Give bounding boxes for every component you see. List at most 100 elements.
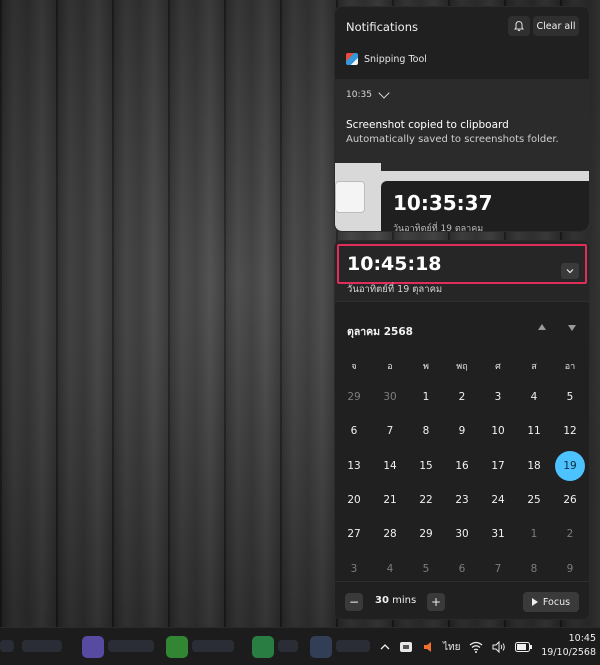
focus-button[interactable]: Focus (523, 592, 579, 612)
calendar-day[interactable]: 17 (480, 449, 516, 483)
taskbar-app-blurred[interactable] (278, 640, 298, 652)
calendar-day[interactable]: 27 (336, 517, 372, 551)
calendar-day-today[interactable]: 19 (552, 449, 588, 483)
calendar-day[interactable]: 24 (480, 483, 516, 517)
calendar-week-row: 6 7 8 9 10 11 12 (336, 414, 588, 448)
notifications-header: Notifications (346, 20, 418, 34)
calendar-day-number: 4 (530, 391, 538, 404)
calendar-day[interactable]: 1 (516, 517, 552, 551)
app-tray-icon[interactable] (399, 640, 413, 654)
calendar-day[interactable]: 23 (444, 483, 480, 517)
focus-minutes-value: 30 (375, 595, 389, 606)
calendar-day-number: 28 (383, 528, 397, 541)
do-not-disturb-button[interactable] (508, 16, 530, 36)
taskbar-clock[interactable]: 10:45 19/10/2568 (530, 632, 596, 660)
calendar-day[interactable]: 18 (516, 449, 552, 483)
calendar-day[interactable]: 25 (516, 483, 552, 517)
calendar-day-number: 24 (491, 494, 505, 507)
taskbar-app-blurred[interactable] (108, 640, 154, 652)
calendar-day-number: 5 (422, 562, 430, 575)
taskbar-app-icon[interactable] (252, 636, 274, 658)
calendar-day[interactable]: 14 (372, 449, 408, 483)
notification-card[interactable]: 10:35 Screenshot copied to clipboard Aut… (335, 79, 589, 163)
calendar-day[interactable]: 15 (408, 449, 444, 483)
calendar-day[interactable]: 22 (408, 483, 444, 517)
collapse-calendar-button[interactable] (561, 263, 579, 279)
calendar-day-number: 29 (419, 528, 433, 541)
decrease-minutes-button[interactable]: − (345, 593, 363, 611)
thumbnail-date: วันอาทิตย์ที่ 19 ตุลาคม (393, 224, 484, 232)
calendar-week-row: 20 21 22 23 24 25 26 (336, 483, 588, 517)
calendar-day[interactable]: 7 (372, 414, 408, 448)
snipping-tool-icon (346, 53, 358, 65)
clock-header: 10:45:18 วันอาทิตย์ที่ 19 ตุลาคม (335, 241, 589, 301)
calendar-day[interactable]: 12 (552, 414, 588, 448)
notification-center: Notifications Clear all Snipping Tool 10… (334, 6, 590, 232)
weekday-label: อ (387, 362, 393, 372)
taskbar-app-blurred[interactable] (22, 640, 62, 652)
calendar-day[interactable]: 16 (444, 449, 480, 483)
calendar-day-number: 19 (555, 450, 585, 481)
calendar-day[interactable]: 11 (516, 414, 552, 448)
calendar-day[interactable]: 31 (480, 517, 516, 551)
calendar-day-number: 25 (527, 494, 541, 507)
taskbar-app-icon[interactable] (310, 636, 332, 658)
calendar-day[interactable]: 20 (336, 483, 372, 517)
taskbar-app-blurred[interactable] (192, 640, 234, 652)
notification-app-group: Snipping Tool (346, 53, 427, 65)
calendar-day-number: 13 (347, 459, 361, 472)
calendar-day[interactable]: 21 (372, 483, 408, 517)
calendar-grid: จอพพฤศสอา 29 30 1 2 3 4 5 6 7 8 9 10 11 12 13 14 15 16 17 1… (336, 354, 588, 586)
chevron-down-icon[interactable] (378, 87, 390, 99)
calendar-day[interactable]: 8 (408, 414, 444, 448)
calendar-day-number: 26 (563, 494, 577, 507)
calendar-day-number: 21 (383, 494, 397, 507)
thumbnail-window (335, 181, 365, 213)
calendar-day[interactable]: 6 (336, 414, 372, 448)
thumbnail-clock: 10:35:37 (393, 191, 493, 215)
volume-alert-icon[interactable] (422, 640, 434, 654)
taskbar-app-icon[interactable] (82, 636, 104, 658)
calendar-flyout: 10:45:18 วันอาทิตย์ที่ 19 ตุลาคม ตุลาคม … (334, 240, 590, 620)
calendar-day[interactable]: 2 (444, 380, 480, 414)
taskbar-app-icon[interactable] (166, 636, 188, 658)
previous-month-icon[interactable] (538, 324, 546, 330)
calendar-day-number: 18 (527, 459, 541, 472)
month-label[interactable]: ตุลาคม 2568 (347, 323, 413, 340)
divider (335, 301, 589, 302)
wifi-icon[interactable] (469, 641, 483, 653)
calendar-day[interactable]: 3 (480, 380, 516, 414)
screenshot-thumbnail[interactable]: 10:35:37 วันอาทิตย์ที่ 19 ตุลาคม (335, 163, 589, 232)
calendar-day-number: 2 (458, 391, 466, 404)
calendar-day[interactable]: 2 (552, 517, 588, 551)
speaker-icon[interactable] (492, 641, 506, 653)
next-month-icon[interactable] (568, 325, 576, 331)
calendar-day-number: 4 (386, 562, 394, 575)
language-indicator[interactable]: ไทย (443, 640, 460, 655)
clear-all-button[interactable]: Clear all (533, 16, 579, 36)
calendar-day[interactable]: 4 (516, 380, 552, 414)
calendar-day[interactable]: 29 (336, 380, 372, 414)
calendar-day[interactable]: 26 (552, 483, 588, 517)
calendar-day[interactable]: 9 (444, 414, 480, 448)
clock-date: วันอาทิตย์ที่ 19 ตุลาคม (347, 284, 443, 295)
chevron-up-icon[interactable] (380, 643, 390, 651)
calendar-day[interactable]: 5 (552, 380, 588, 414)
calendar-day[interactable]: 30 (444, 517, 480, 551)
taskbar-app-blurred[interactable] (0, 640, 14, 652)
calendar-day[interactable]: 30 (372, 380, 408, 414)
calendar-day-number: 20 (347, 494, 361, 507)
calendar-day[interactable]: 1 (408, 380, 444, 414)
calendar-day-number: 10 (491, 425, 505, 438)
calendar-day-number: 16 (455, 459, 469, 472)
notification-title: Screenshot copied to clipboard (346, 119, 509, 131)
notification-body: Automatically saved to screenshots folde… (346, 134, 559, 145)
taskbar-app-blurred[interactable] (336, 640, 370, 652)
calendar-day[interactable]: 28 (372, 517, 408, 551)
increase-minutes-button[interactable]: + (427, 593, 445, 611)
calendar-day-number: 2 (566, 528, 574, 541)
calendar-day[interactable]: 29 (408, 517, 444, 551)
focus-minutes-unit: mins (392, 595, 417, 606)
calendar-day[interactable]: 10 (480, 414, 516, 448)
calendar-day[interactable]: 13 (336, 449, 372, 483)
